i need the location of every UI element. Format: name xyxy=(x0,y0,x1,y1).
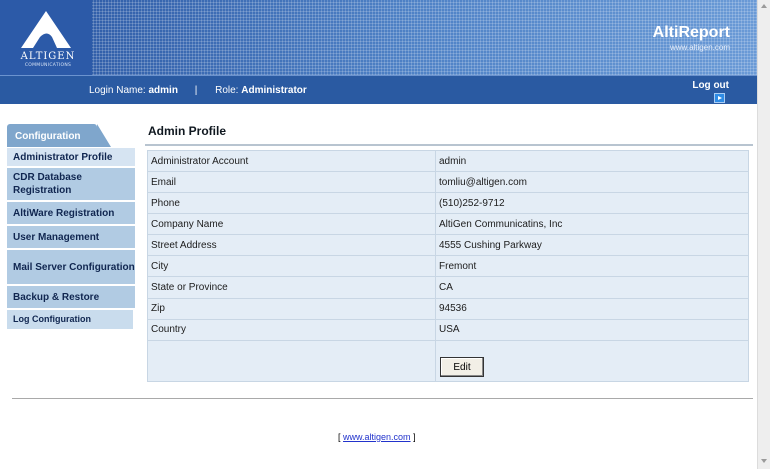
row-label: State or Province xyxy=(147,276,436,299)
footer-divider xyxy=(12,398,753,399)
table-row: City Fremont xyxy=(147,255,749,278)
row-value: 4555 Cushing Parkway xyxy=(435,234,749,257)
row-value: 94536 xyxy=(435,297,749,320)
row-value: Fremont xyxy=(435,255,749,278)
row-label: Phone xyxy=(147,192,436,215)
scroll-up-icon[interactable] xyxy=(761,4,767,8)
login-separator: | xyxy=(194,85,198,96)
table-row: Administrator Account admin xyxy=(147,149,749,173)
altigen-logo-icon xyxy=(21,11,71,48)
footer-bracket-open: [ xyxy=(338,432,341,442)
page-title: Admin Profile xyxy=(148,124,227,138)
tab-configuration[interactable]: Configuration xyxy=(7,124,111,147)
row-label: Zip xyxy=(147,297,436,320)
title-divider xyxy=(145,144,753,146)
edit-button[interactable]: Edit xyxy=(440,357,484,377)
table-row: Street Address 4555 Cushing Parkway xyxy=(147,234,749,257)
table-row: Email tomliu@altigen.com xyxy=(147,171,749,194)
altigen-logo: ALTIGEN COMMUNICATIONS xyxy=(0,0,92,75)
login-bar: Login Name: admin | Role: Administrator … xyxy=(0,75,757,104)
altigen-website-link[interactable]: www.altigen.com xyxy=(343,432,411,442)
scroll-down-icon[interactable] xyxy=(761,459,767,463)
admin-profile-table: Administrator Account admin Email tomliu… xyxy=(147,149,749,383)
table-row: Phone (510)252-9712 xyxy=(147,192,749,215)
row-label: Email xyxy=(147,171,436,194)
sidebar-item-cdr-database-registration[interactable]: CDR Database Registration xyxy=(7,168,135,202)
sidebar-item-mail-server-configuration[interactable]: Mail Server Configuration xyxy=(7,250,135,286)
row-label: City xyxy=(147,255,436,278)
sidebar-item-administrator-profile[interactable]: Administrator Profile xyxy=(7,148,135,168)
footer: [ www.altigen.com ] xyxy=(338,432,416,442)
table-row: State or Province CA xyxy=(147,276,749,299)
row-label: Administrator Account xyxy=(147,149,436,173)
row-label: Country xyxy=(147,318,436,341)
role-value: Administrator xyxy=(241,85,307,96)
row-label: Company Name xyxy=(147,213,436,236)
table-row: Country USA xyxy=(147,318,749,341)
logout-link[interactable]: Log out xyxy=(692,80,729,91)
sidebar-item-altiware-registration[interactable]: AltiWare Registration xyxy=(7,202,135,226)
row-value: tomliu@altigen.com xyxy=(435,171,749,194)
login-name-value: admin xyxy=(148,85,178,96)
sidebar-item-log-configuration[interactable]: Log Configuration xyxy=(7,310,133,331)
table-row: Zip 94536 xyxy=(147,297,749,320)
app-url: www.altigen.com xyxy=(669,43,730,52)
footer-bracket-close: ] xyxy=(413,432,416,442)
row-value: CA xyxy=(435,276,749,299)
app-name: AltiReport xyxy=(652,24,730,41)
sidebar-item-user-management[interactable]: User Management xyxy=(7,226,135,250)
vertical-scrollbar[interactable] xyxy=(757,0,770,469)
sidebar-item-backup-restore[interactable]: Backup & Restore xyxy=(7,286,135,310)
row-value: AltiGen Communicatins, Inc xyxy=(435,213,749,236)
sidebar: Administrator Profile CDR Database Regis… xyxy=(7,148,135,331)
row-value: USA xyxy=(435,318,749,341)
login-name-label: Login Name: xyxy=(89,85,146,96)
row-value: admin xyxy=(435,149,749,173)
empty-cell xyxy=(147,339,436,383)
row-label: Street Address xyxy=(147,234,436,257)
row-value: (510)252-9712 xyxy=(435,192,749,215)
logo-subtext: COMMUNICATIONS xyxy=(24,63,72,68)
role-label: Role: xyxy=(215,85,239,96)
logout-arrow-icon[interactable] xyxy=(714,93,725,103)
header-banner: ALTIGEN COMMUNICATIONS AltiReport www.al… xyxy=(0,0,757,75)
login-info: Login Name: admin | Role: Administrator xyxy=(89,85,307,96)
logo-wordmark: ALTIGEN xyxy=(20,51,76,62)
table-row: Company Name AltiGen Communicatins, Inc xyxy=(147,213,749,236)
